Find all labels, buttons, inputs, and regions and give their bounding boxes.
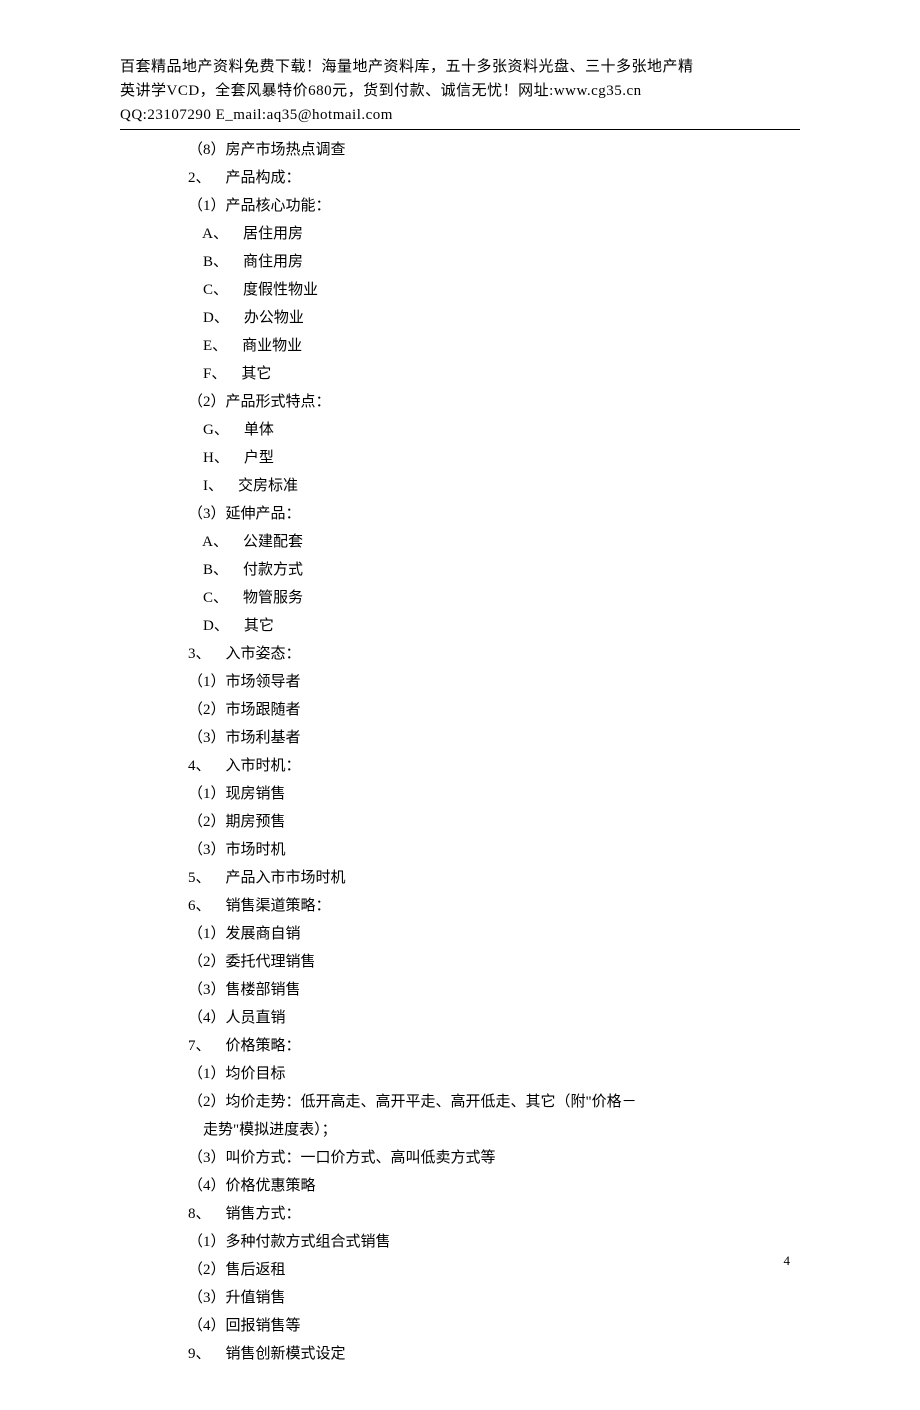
content-line: （1）产品核心功能： xyxy=(188,194,800,218)
content-line: 走势"模拟进度表）； xyxy=(188,1118,800,1142)
content-line: （2）均价走势：低开高走、高开平走、高开低走、其它（附"价格－ xyxy=(188,1090,800,1114)
content-line: （1）发展商自销 xyxy=(188,922,800,946)
content-line: （4）回报销售等 xyxy=(188,1314,800,1338)
content-line: D、 其它 xyxy=(188,614,800,638)
content-line: （2）产品形式特点： xyxy=(188,390,800,414)
content-line: （3）延伸产品： xyxy=(188,502,800,526)
header-line-1: 百套精品地产资料免费下载！海量地产资料库，五十多张资料光盘、三十多张地产精 xyxy=(120,55,800,79)
content-line: G、 单体 xyxy=(188,418,800,442)
header-line-2: 英讲学VCD，全套风暴特价680元，货到付款、诚信无忧！网址:www.cg35.… xyxy=(120,79,800,103)
content-line: （2）期房预售 xyxy=(188,810,800,834)
content-line: 3、 入市姿态： xyxy=(188,642,800,666)
content-line: （2）市场跟随者 xyxy=(188,698,800,722)
content-line: （3）市场利基者 xyxy=(188,726,800,750)
content-line: 9、 销售创新模式设定 xyxy=(188,1342,800,1366)
content-line: （4）价格优惠策略 xyxy=(188,1174,800,1198)
content-line: E、 商业物业 xyxy=(188,334,800,358)
content-line: （1）均价目标 xyxy=(188,1062,800,1086)
content-line: A、 公建配套 xyxy=(188,530,800,554)
content-line: （3）升值销售 xyxy=(188,1286,800,1310)
page-number: 4 xyxy=(784,1251,791,1272)
content-line: B、 商住用房 xyxy=(188,250,800,274)
content-line: （3）市场时机 xyxy=(188,838,800,862)
content-line: （3）售楼部销售 xyxy=(188,978,800,1002)
content-line: 5、 产品入市市场时机 xyxy=(188,866,800,890)
content-line: （1）现房销售 xyxy=(188,782,800,806)
content-line: F、 其它 xyxy=(188,362,800,386)
header-line-3: QQ:23107290 E_mail:aq35@hotmail.com xyxy=(120,103,800,127)
content-line: 8、 销售方式： xyxy=(188,1202,800,1226)
content-line: 2、 产品构成： xyxy=(188,166,800,190)
content-line: （3）叫价方式：一口价方式、高叫低卖方式等 xyxy=(188,1146,800,1170)
content-line: （4）人员直销 xyxy=(188,1006,800,1030)
content-line: （1）多种付款方式组合式销售 xyxy=(188,1230,800,1254)
content-line: 4、 入市时机： xyxy=(188,754,800,778)
content-line: I、 交房标准 xyxy=(188,474,800,498)
document-content: （8）房产市场热点调查 2、 产品构成： （1）产品核心功能： A、 居住用房 … xyxy=(120,138,800,1366)
content-line: 7、 价格策略： xyxy=(188,1034,800,1058)
content-line: D、 办公物业 xyxy=(188,306,800,330)
document-header: 百套精品地产资料免费下载！海量地产资料库，五十多张资料光盘、三十多张地产精 英讲… xyxy=(120,55,800,130)
content-line: H、 户型 xyxy=(188,446,800,470)
content-line: A、 居住用房 xyxy=(188,222,800,246)
content-line: B、 付款方式 xyxy=(188,558,800,582)
content-line: （1）市场领导者 xyxy=(188,670,800,694)
content-line: （2）售后返租 xyxy=(188,1258,800,1282)
content-line: （2）委托代理销售 xyxy=(188,950,800,974)
content-line: C、 物管服务 xyxy=(188,586,800,610)
content-line: （8）房产市场热点调查 xyxy=(188,138,800,162)
content-line: 6、 销售渠道策略： xyxy=(188,894,800,918)
content-line: C、 度假性物业 xyxy=(188,278,800,302)
